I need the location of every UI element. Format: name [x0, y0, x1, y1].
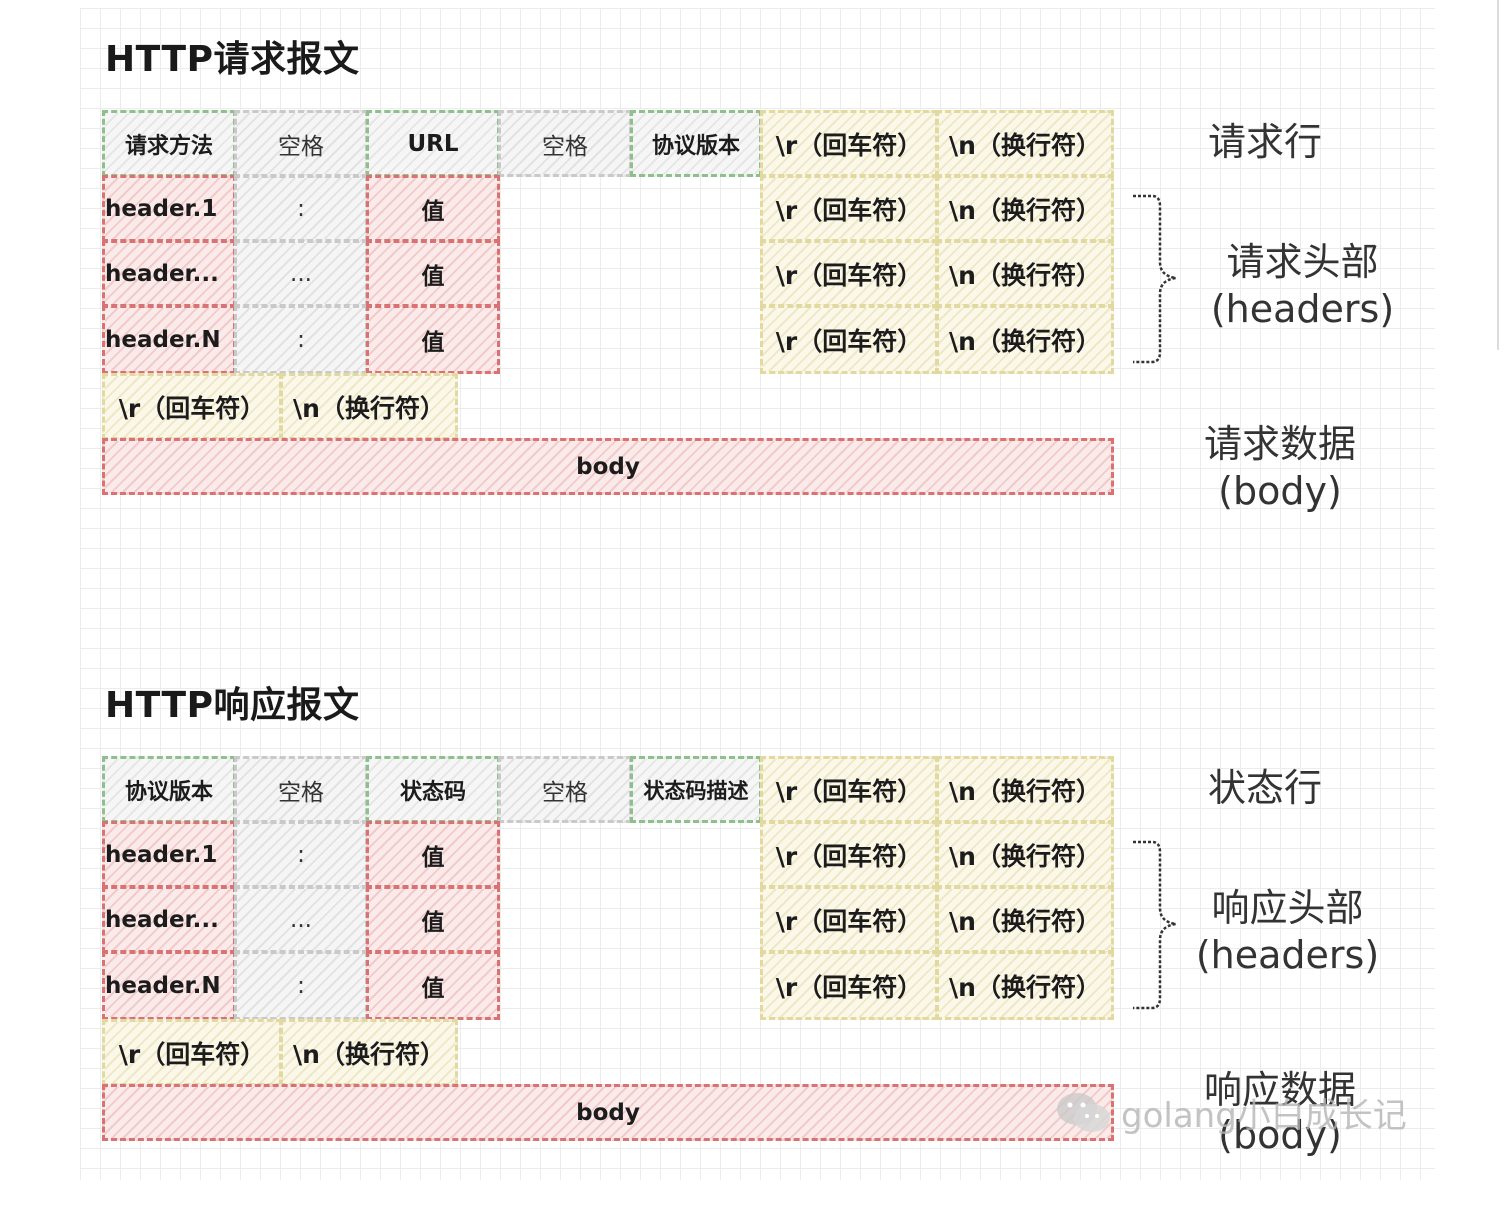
cr-cell: \r（回车符）	[760, 110, 938, 177]
cr-cell: \r（回车符）	[102, 373, 282, 440]
header-value-cell: 值	[366, 886, 500, 953]
lf-cell: \n（换行符）	[936, 886, 1114, 953]
space-cell: 空格	[234, 756, 368, 823]
lf-cell: \n（换行符）	[280, 373, 458, 440]
header-separator-cell: ...	[234, 240, 368, 307]
header-separator-cell: :	[234, 951, 368, 1020]
request-method-cell: 请求方法	[102, 110, 236, 177]
status-description-cell: 状态码描述	[630, 756, 762, 823]
header-name-cell: header...	[102, 886, 236, 953]
lf-cell: \n（换行符）	[936, 821, 1114, 888]
request-line-label: 请求行	[1207, 120, 1322, 164]
cr-cell: \r（回车符）	[760, 821, 938, 888]
header-name-cell: header.1	[102, 175, 236, 242]
header-separator-cell: :	[234, 175, 368, 242]
lf-cell: \n（换行符）	[936, 951, 1114, 1020]
response-headers-label: 响应头部	[1211, 886, 1364, 930]
lf-cell: \n（换行符）	[936, 240, 1114, 307]
headers-brace-icon	[1133, 194, 1177, 364]
window-edge-line	[1497, 0, 1499, 350]
request-body-label: 请求数据	[1203, 422, 1356, 466]
cr-cell: \r（回车符）	[760, 756, 938, 823]
header-value-cell: 值	[366, 305, 500, 374]
status-code-cell: 状态码	[366, 756, 500, 823]
cr-cell: \r（回车符）	[760, 305, 938, 374]
header-value-cell: 值	[366, 951, 500, 1020]
body-cell: body	[102, 1084, 1114, 1141]
request-headers-en-label: (headers)	[1210, 287, 1395, 331]
header-separator-cell: :	[234, 305, 368, 374]
header-value-cell: 值	[366, 821, 500, 888]
header-separator-cell: ...	[234, 886, 368, 953]
request-headers-label: 请求头部	[1226, 240, 1379, 284]
lf-cell: \n（换行符）	[936, 756, 1114, 823]
space-cell: 空格	[234, 110, 368, 177]
headers-brace-icon	[1133, 840, 1177, 1010]
header-separator-cell: :	[234, 821, 368, 888]
lf-cell: \n（换行符）	[936, 305, 1114, 374]
header-name-cell: header.N	[102, 951, 236, 1020]
body-cell: body	[102, 438, 1114, 495]
response-headers-en-label: (headers)	[1195, 933, 1380, 977]
header-name-cell: header.N	[102, 305, 236, 374]
header-value-cell: 值	[366, 175, 500, 242]
space-cell: 空格	[498, 110, 632, 177]
watermark: golang小白成长记	[1055, 1088, 1407, 1137]
lf-cell: \n（换行符）	[280, 1019, 458, 1086]
cr-cell: \r（回车符）	[760, 175, 938, 242]
lf-cell: \n（换行符）	[936, 175, 1114, 242]
header-name-cell: header...	[102, 240, 236, 307]
status-line-label: 状态行	[1207, 766, 1322, 810]
header-name-cell: header.1	[102, 821, 236, 888]
url-cell: URL	[366, 110, 500, 177]
response-title: HTTP响应报文	[105, 685, 360, 726]
request-title: HTTP请求报文	[105, 39, 360, 80]
wechat-icon	[1057, 1092, 1110, 1132]
cr-cell: \r（回车符）	[760, 951, 938, 1020]
cr-cell: \r（回车符）	[760, 240, 938, 307]
lf-cell: \n（换行符）	[936, 110, 1114, 177]
protocol-version-cell: 协议版本	[102, 756, 236, 823]
cr-cell: \r（回车符）	[760, 886, 938, 953]
watermark-text: golang小白成长记	[1121, 1096, 1407, 1136]
space-cell: 空格	[498, 756, 632, 823]
protocol-version-cell: 协议版本	[630, 110, 762, 177]
request-body-en-label: (body)	[1218, 469, 1342, 513]
cr-cell: \r（回车符）	[102, 1019, 282, 1086]
header-value-cell: 值	[366, 240, 500, 307]
